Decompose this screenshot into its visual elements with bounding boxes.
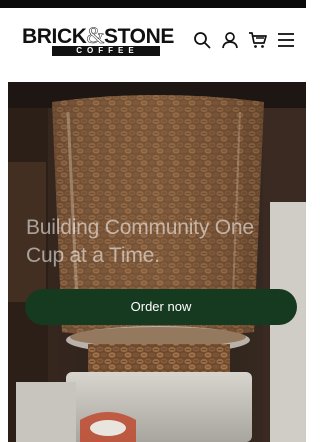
hero-banner: Building Community One Cup at a Time. Or… [8,82,306,442]
order-now-button[interactable]: Order now [25,289,297,325]
menu-button[interactable] [274,28,298,52]
account-icon [222,32,238,49]
search-icon [194,32,211,49]
logo-word-brick: BRICK [22,25,87,48]
header-icons [190,28,302,52]
site-header: BRICK&STONE COFFEE [0,8,306,82]
logo-tagline: COFFEE [52,46,160,56]
cart-icon [249,32,267,48]
logo-ampersand: & [86,23,104,48]
page: BRICK&STONE COFFEE Building Community On… [0,0,306,442]
logo-word-stone: STONE [104,25,174,48]
cart-button[interactable] [246,28,270,52]
hero-heading: Building Community One Cup at a Time. [26,216,254,267]
logo-wordmark: BRICK&STONE [22,23,174,48]
search-button[interactable] [190,28,214,52]
brand-logo[interactable]: BRICK&STONE COFFEE [22,24,174,59]
top-announcement-bar [0,0,306,8]
hamburger-menu-icon [278,33,294,47]
account-button[interactable] [218,28,242,52]
